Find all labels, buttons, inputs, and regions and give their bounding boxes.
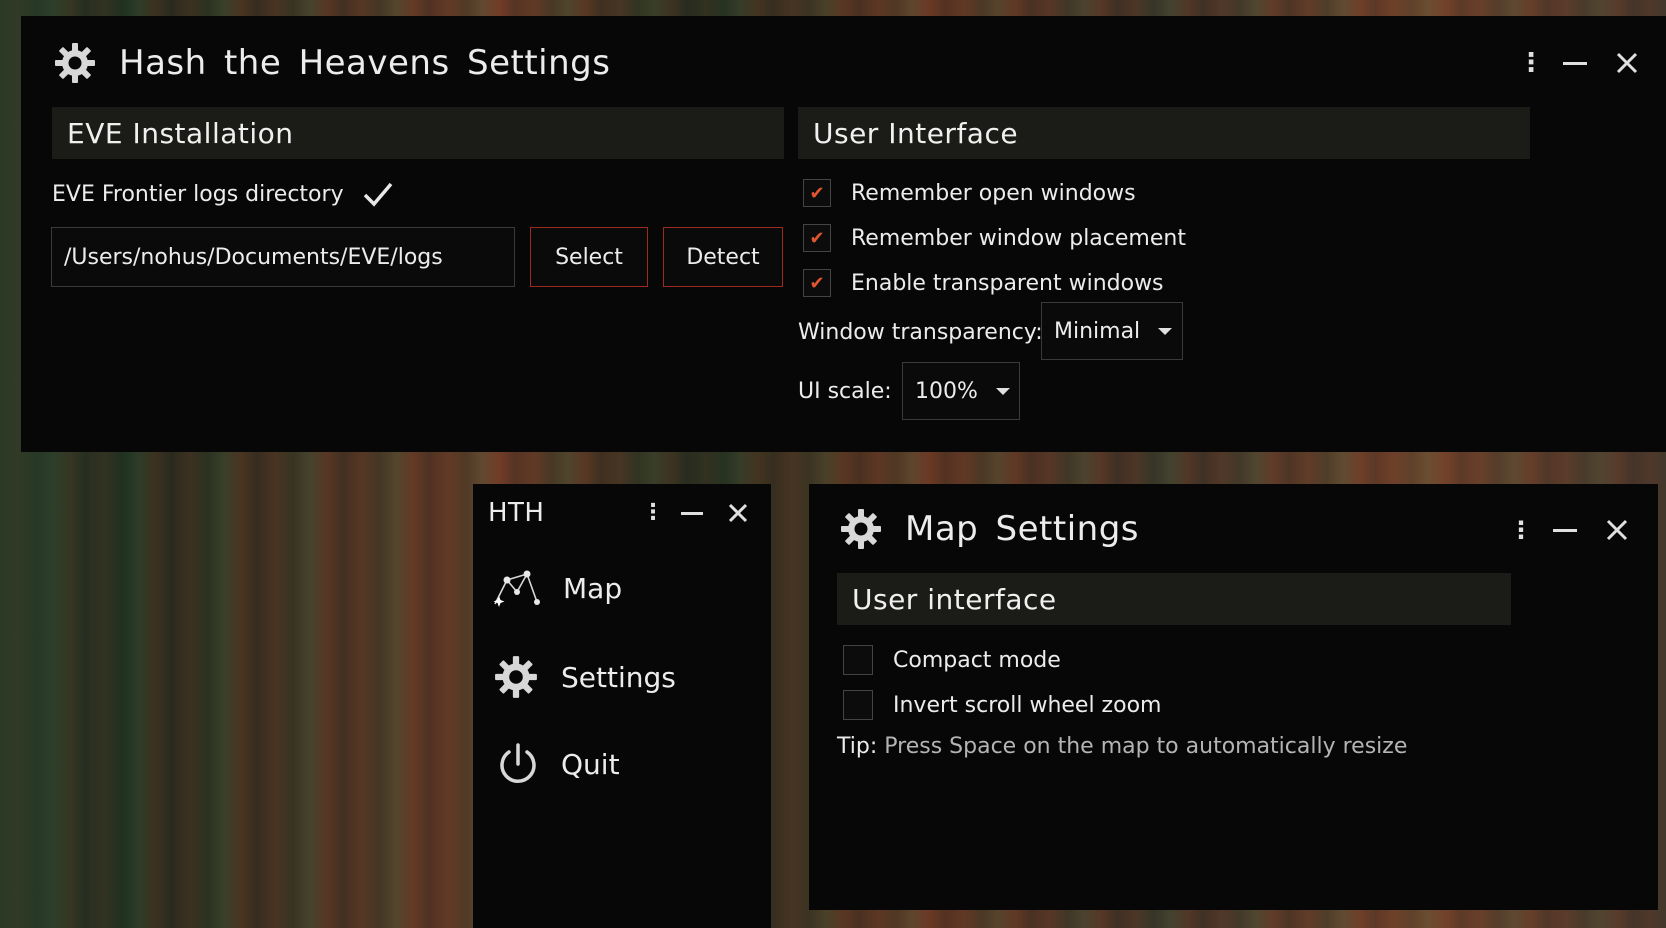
logs-directory-input[interactable]: /Users/nohus/Documents/EVE/logs: [51, 227, 515, 287]
map-tip-prefix: Tip:: [837, 734, 878, 759]
gear-icon: [839, 507, 883, 551]
window-transparency-dropdown[interactable]: Minimal: [1041, 302, 1183, 360]
select-button[interactable]: Select: [530, 227, 648, 287]
invert-scroll-option[interactable]: Invert scroll wheel zoom: [843, 690, 1161, 720]
nav-item-quit[interactable]: Quit: [497, 742, 620, 786]
settings-title-bar[interactable]: Hash the Heavens Settings: [53, 38, 610, 88]
nav-item-settings[interactable]: Settings: [493, 654, 676, 700]
checkmark-icon: ✔: [809, 182, 825, 204]
compact-mode-checkbox[interactable]: [843, 645, 873, 675]
minimize-icon[interactable]: [1552, 517, 1578, 543]
enable-transparent-windows-option[interactable]: ✔ Enable transparent windows: [803, 269, 1164, 297]
ui-scale-value: 100%: [915, 378, 978, 404]
window-transparency-label: Window transparency:: [798, 320, 1043, 345]
invert-scroll-label: Invert scroll wheel zoom: [893, 692, 1162, 718]
eve-installation-heading-text: EVE Installation: [67, 116, 294, 150]
more-options-icon[interactable]: ⋮: [642, 500, 664, 525]
detect-button-label: Detect: [686, 244, 760, 270]
map-settings-window: Map Settings ⋮ User interface Compact mo…: [809, 484, 1658, 910]
settings-window-controls: ⋮: [1518, 48, 1640, 78]
more-options-icon[interactable]: ⋮: [1518, 48, 1544, 78]
compact-mode-option[interactable]: Compact mode: [843, 645, 1061, 675]
select-button-label: Select: [555, 244, 623, 270]
map-settings-window-title: Map Settings: [905, 509, 1140, 549]
map-user-interface-heading: User interface: [837, 573, 1511, 625]
power-icon: [497, 742, 539, 786]
nav-item-quit-label: Quit: [561, 747, 620, 781]
checkmark-icon: [362, 178, 394, 210]
chevron-down-icon: [1158, 327, 1173, 335]
user-interface-heading: User Interface: [798, 107, 1530, 159]
ui-scale-label: UI scale:: [798, 379, 892, 404]
chevron-down-icon: [995, 387, 1010, 395]
checkmark-icon: ✔: [809, 227, 825, 249]
gear-icon: [493, 654, 539, 700]
settings-window-title: Hash the Heavens Settings: [119, 43, 611, 83]
nav-item-map-label: Map: [563, 571, 623, 605]
enable-transparent-windows-checkbox[interactable]: ✔: [803, 269, 831, 297]
ui-scale-dropdown[interactable]: 100%: [902, 362, 1020, 420]
logs-directory-value: /Users/nohus/Documents/EVE/logs: [64, 244, 443, 270]
invert-scroll-checkbox[interactable]: [843, 690, 873, 720]
map-user-interface-heading-text: User interface: [852, 582, 1057, 616]
minimize-icon[interactable]: [1562, 50, 1588, 76]
gear-icon: [53, 41, 97, 85]
window-transparency-value: Minimal: [1054, 318, 1141, 344]
hth-window-controls: ⋮: [642, 500, 750, 525]
remember-window-placement-label: Remember window placement: [851, 225, 1186, 251]
nav-item-map[interactable]: Map: [491, 566, 622, 610]
remember-open-windows-label: Remember open windows: [851, 180, 1136, 206]
map-settings-window-controls: ⋮: [1509, 516, 1630, 544]
remember-open-windows-checkbox[interactable]: ✔: [803, 179, 831, 207]
detect-button[interactable]: Detect: [663, 227, 783, 287]
close-icon[interactable]: [1604, 517, 1630, 543]
close-icon[interactable]: [1614, 50, 1640, 76]
more-options-icon[interactable]: ⋮: [1509, 516, 1533, 544]
remember-window-placement-checkbox[interactable]: ✔: [803, 224, 831, 252]
map-settings-title-bar[interactable]: Map Settings: [839, 504, 1139, 554]
minimize-icon[interactable]: [680, 501, 704, 525]
map-tip-text: Press Space on the map to automatically …: [884, 734, 1408, 759]
compact-mode-label: Compact mode: [893, 647, 1061, 673]
map-tip: Tip: Press Space on the map to automatic…: [837, 734, 1407, 759]
enable-transparent-windows-label: Enable transparent windows: [851, 270, 1164, 296]
eve-installation-heading: EVE Installation: [52, 107, 784, 159]
logs-directory-label-text: EVE Frontier logs directory: [52, 181, 344, 207]
remember-window-placement-option[interactable]: ✔ Remember window placement: [803, 224, 1186, 252]
logs-directory-label: EVE Frontier logs directory: [52, 178, 394, 210]
checkmark-icon: ✔: [809, 272, 825, 294]
nav-item-settings-label: Settings: [561, 660, 676, 694]
remember-open-windows-option[interactable]: ✔ Remember open windows: [803, 179, 1136, 207]
map-icon: [491, 566, 541, 610]
hth-window: HTH ⋮ Map Settings Quit: [473, 484, 771, 928]
hth-window-title: HTH: [488, 498, 545, 528]
settings-window: Hash the Heavens Settings ⋮ EVE Installa…: [21, 16, 1666, 452]
user-interface-heading-text: User Interface: [813, 116, 1019, 150]
close-icon[interactable]: [726, 501, 750, 525]
